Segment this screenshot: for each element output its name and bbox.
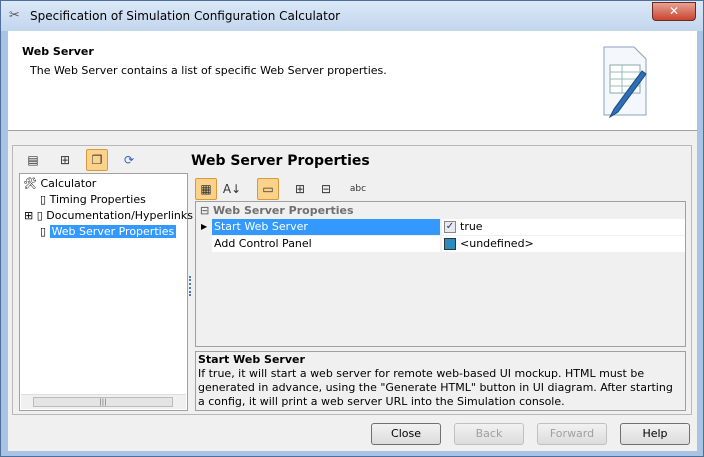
window-close-button[interactable]: ✕ <box>652 2 696 21</box>
scrollbar-thumb[interactable]: ||| <box>33 397 173 407</box>
splitter-handle[interactable] <box>189 276 191 296</box>
description-panel: Start Web Server If true, it will start … <box>195 351 686 411</box>
forward-button[interactable]: Forward <box>537 423 607 445</box>
header-title: Web Server <box>22 45 94 58</box>
row-pointer-icon: ▶ <box>201 222 208 231</box>
close-button[interactable]: Close <box>371 423 441 445</box>
refresh-icon[interactable]: ⟳ <box>118 149 140 171</box>
tree-item-label: Timing Properties <box>49 193 146 206</box>
app-icon: ✂ <box>9 8 20 23</box>
document-edit-icon <box>603 46 647 119</box>
description-text: If true, it will start a web server for … <box>198 367 673 408</box>
tree-item-documentation[interactable]: ⊞ ▯ Documentation/Hyperlinks <box>24 208 193 224</box>
property-name: Start Web Server <box>212 219 440 235</box>
tree-item-web-server[interactable]: ▯ Web Server Properties <box>40 224 177 240</box>
tree-root[interactable]: 🛠 Calculator <box>23 176 96 192</box>
sort-alpha-icon[interactable]: A↓ <box>221 178 243 200</box>
value-text: <undefined> <box>460 237 534 250</box>
panel-title: Web Server Properties <box>191 153 370 169</box>
property-name: Add Control Panel <box>212 236 440 252</box>
back-button[interactable]: Back <box>454 423 524 445</box>
value-text: true <box>460 220 483 233</box>
checkbox-icon[interactable]: ✓ <box>444 221 456 233</box>
property-value[interactable]: ✓ true <box>442 219 685 235</box>
tree-root-label: Calculator <box>40 177 97 190</box>
tree-item-timing[interactable]: ▯ Timing Properties <box>40 192 146 208</box>
table-view-icon[interactable]: ▤ <box>22 149 44 171</box>
description-title: Start Web Server <box>198 353 305 366</box>
toggle-panel-icon[interactable]: ❐ <box>86 149 108 171</box>
help-button[interactable]: Help <box>620 423 690 445</box>
group-header[interactable]: ⊟ Web Server Properties <box>196 203 685 219</box>
title-bar: ✂ Specification of Simulation Configurat… <box>1 1 703 31</box>
tree-item-label: Documentation/Hyperlinks <box>46 209 194 222</box>
properties-toolbar: ▦ A↓ ▭ ⊞ ⊟ abc <box>195 178 369 200</box>
property-value[interactable]: <undefined> <box>442 236 685 252</box>
spellcheck-icon[interactable]: abc <box>347 178 369 200</box>
tree-item-label: Web Server Properties <box>49 225 177 238</box>
property-row[interactable]: ▶ Start Web Server ✓ true <box>196 219 685 235</box>
description-toggle-icon[interactable]: ▭ <box>257 178 279 200</box>
navigation-tree: 🛠 Calculator ▯ Timing Properties ⊞ ▯ Doc… <box>19 173 193 411</box>
header-panel: Web Server The Web Server contains a lis… <box>8 31 697 131</box>
property-table: ⊟ Web Server Properties ▶ Start Web Serv… <box>195 201 686 347</box>
header-description: The Web Server contains a list of specif… <box>30 64 387 77</box>
tree-toolbar: ▤ ⊞ ❐ ⟳ <box>22 149 140 171</box>
tree-view-icon[interactable]: ⊞ <box>54 149 76 171</box>
group-label: Web Server Properties <box>213 204 354 217</box>
property-row[interactable]: Add Control Panel <undefined> <box>196 236 685 252</box>
window-title: Specification of Simulation Configuratio… <box>30 9 341 23</box>
undefined-box-icon[interactable] <box>444 238 456 250</box>
collapse-all-icon[interactable]: ⊟ <box>315 178 337 200</box>
categorized-icon[interactable]: ▦ <box>195 178 217 200</box>
horizontal-scrollbar[interactable]: ||| <box>21 394 186 409</box>
dialog-window: ✂ Specification of Simulation Configurat… <box>0 0 704 457</box>
expand-all-icon[interactable]: ⊞ <box>289 178 311 200</box>
